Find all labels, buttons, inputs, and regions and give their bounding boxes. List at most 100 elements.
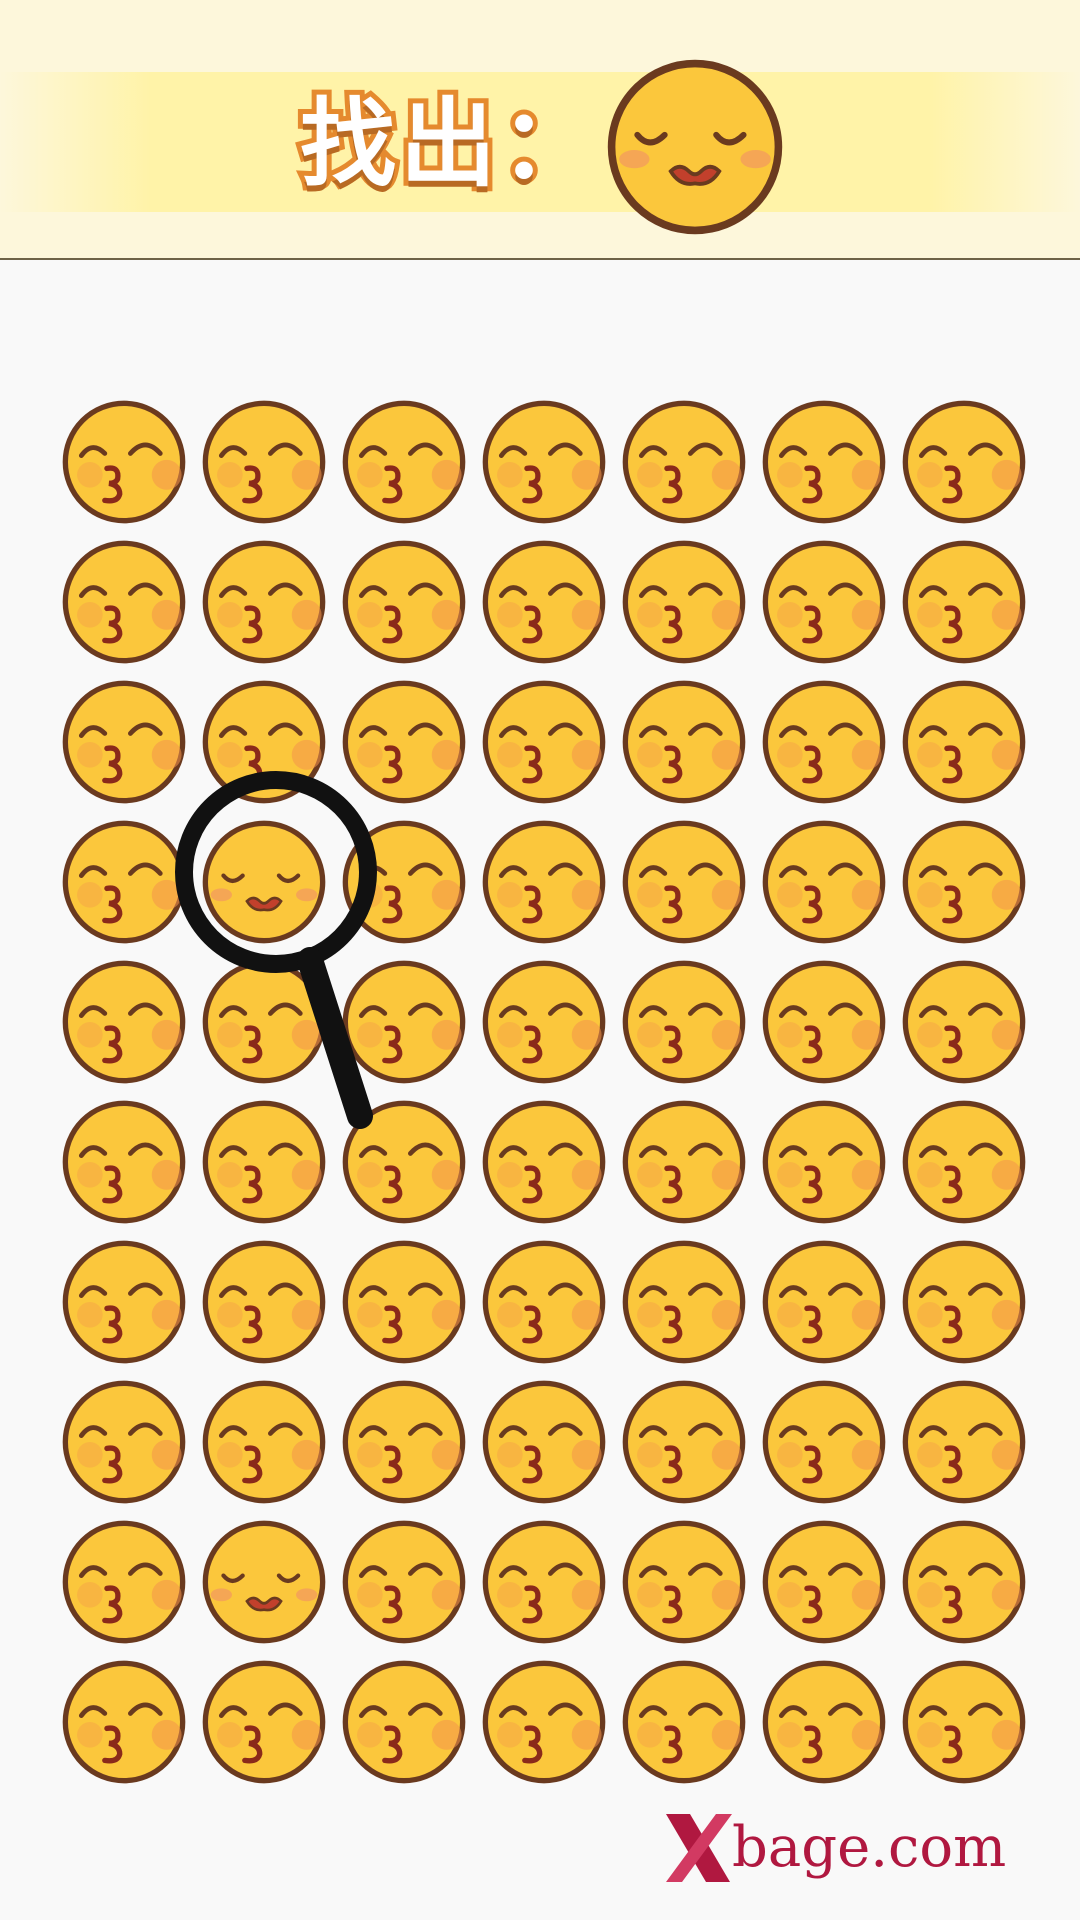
kissing-face-emoji-icon [902, 400, 1026, 524]
emoji-cell[interactable] [340, 1658, 468, 1786]
emoji-cell[interactable] [60, 538, 188, 666]
emoji-cell[interactable] [60, 818, 188, 946]
emoji-cell[interactable] [480, 818, 608, 946]
kissing-face-emoji-icon [62, 400, 186, 524]
emoji-cell[interactable] [900, 958, 1028, 1086]
kissing-face-emoji-icon [762, 820, 886, 944]
emoji-cell[interactable] [900, 398, 1028, 526]
emoji-cell[interactable] [60, 958, 188, 1086]
emoji-cell[interactable] [900, 1658, 1028, 1786]
emoji-cell[interactable] [900, 678, 1028, 806]
emoji-cell[interactable] [480, 538, 608, 666]
kissing-face-emoji-icon [202, 540, 326, 664]
emoji-cell[interactable] [900, 1518, 1028, 1646]
emoji-cell[interactable] [760, 538, 888, 666]
kissing-face-emoji-icon [902, 680, 1026, 804]
emoji-cell[interactable] [60, 398, 188, 526]
kissing-face-emoji-icon [622, 1100, 746, 1224]
emoji-cell[interactable] [760, 678, 888, 806]
emoji-cell[interactable] [620, 538, 748, 666]
emoji-cell[interactable] [200, 398, 328, 526]
emoji-cell[interactable] [340, 958, 468, 1086]
emoji-cell[interactable] [340, 1098, 468, 1226]
emoji-cell[interactable] [60, 1518, 188, 1646]
kissing-face-emoji-icon [342, 1520, 466, 1644]
emoji-cell[interactable] [620, 1098, 748, 1226]
emoji-cell[interactable] [760, 1238, 888, 1366]
emoji-cell[interactable] [340, 1238, 468, 1366]
kissing-face-emoji-icon [342, 540, 466, 664]
kissing-face-emoji-icon [762, 1240, 886, 1364]
emoji-cell[interactable] [760, 1518, 888, 1646]
emoji-cell[interactable] [760, 1098, 888, 1226]
kissing-face-emoji-icon [902, 1520, 1026, 1644]
kissing-face-emoji-icon [902, 1240, 1026, 1364]
emoji-cell[interactable] [200, 958, 328, 1086]
emoji-cell[interactable] [620, 398, 748, 526]
emoji-cell[interactable] [760, 818, 888, 946]
emoji-cell[interactable] [900, 818, 1028, 946]
emoji-cell[interactable] [340, 1378, 468, 1506]
kissing-face-emoji-icon [62, 1520, 186, 1644]
emoji-cell[interactable] [200, 538, 328, 666]
emoji-cell[interactable] [480, 1378, 608, 1506]
emoji-cell[interactable] [480, 1518, 608, 1646]
emoji-cell[interactable] [340, 678, 468, 806]
kissing-face-emoji-icon [62, 680, 186, 804]
emoji-cell[interactable] [900, 1098, 1028, 1226]
emoji-cell[interactable] [200, 1238, 328, 1366]
emoji-cell[interactable] [480, 1238, 608, 1366]
emoji-cell[interactable] [760, 1378, 888, 1506]
emoji-cell[interactable] [60, 1238, 188, 1366]
emoji-cell[interactable] [620, 1238, 748, 1366]
odd-emoji-cell[interactable] [200, 1518, 328, 1646]
emoji-cell[interactable] [340, 398, 468, 526]
kissing-face-emoji-icon [622, 400, 746, 524]
odd-emoji-cell[interactable] [200, 818, 328, 946]
emoji-cell[interactable] [620, 1658, 748, 1786]
emoji-cell[interactable] [480, 678, 608, 806]
kissing-face-emoji-icon [482, 400, 606, 524]
kissing-face-emoji-icon [342, 400, 466, 524]
emoji-cell[interactable] [340, 818, 468, 946]
emoji-cell[interactable] [900, 538, 1028, 666]
emoji-cell[interactable] [340, 538, 468, 666]
emoji-cell[interactable] [480, 1098, 608, 1226]
emoji-cell[interactable] [900, 1378, 1028, 1506]
kissing-face-emoji-icon [482, 1240, 606, 1364]
emoji-cell[interactable] [200, 678, 328, 806]
watermark: bage.com [660, 1808, 1006, 1888]
emoji-cell[interactable] [480, 1658, 608, 1786]
emoji-cell[interactable] [620, 1378, 748, 1506]
kissing-face-emoji-icon [762, 1660, 886, 1784]
kissing-face-emoji-icon [902, 820, 1026, 944]
emoji-cell[interactable] [60, 1378, 188, 1506]
kissing-face-emoji-icon [202, 960, 326, 1084]
emoji-cell[interactable] [620, 1518, 748, 1646]
emoji-cell[interactable] [60, 1658, 188, 1786]
emoji-cell[interactable] [760, 958, 888, 1086]
emoji-cell[interactable] [200, 1378, 328, 1506]
kissing-face-emoji-icon [62, 1240, 186, 1364]
emoji-cell[interactable] [900, 1238, 1028, 1366]
emoji-cell[interactable] [480, 398, 608, 526]
emoji-cell[interactable] [760, 398, 888, 526]
emoji-cell[interactable] [60, 1098, 188, 1226]
emoji-cell[interactable] [200, 1658, 328, 1786]
emoji-cell[interactable] [60, 678, 188, 806]
kissing-face-emoji-icon [62, 1380, 186, 1504]
emoji-cell[interactable] [620, 678, 748, 806]
emoji-cell[interactable] [620, 818, 748, 946]
kissing-face-emoji-icon [62, 960, 186, 1084]
watermark-logo-icon [666, 1814, 732, 1882]
kissing-face-emoji-icon [342, 1100, 466, 1224]
emoji-cell[interactable] [200, 1098, 328, 1226]
emoji-cell[interactable] [480, 958, 608, 1086]
emoji-cell[interactable] [620, 958, 748, 1086]
watermark-text: bage.com [732, 1815, 1007, 1880]
kissing-face-emoji-icon [202, 1660, 326, 1784]
emoji-cell[interactable] [340, 1518, 468, 1646]
kissing-face-emoji-icon [482, 820, 606, 944]
blushing-smile-emoji-icon [202, 820, 326, 944]
emoji-cell[interactable] [760, 1658, 888, 1786]
